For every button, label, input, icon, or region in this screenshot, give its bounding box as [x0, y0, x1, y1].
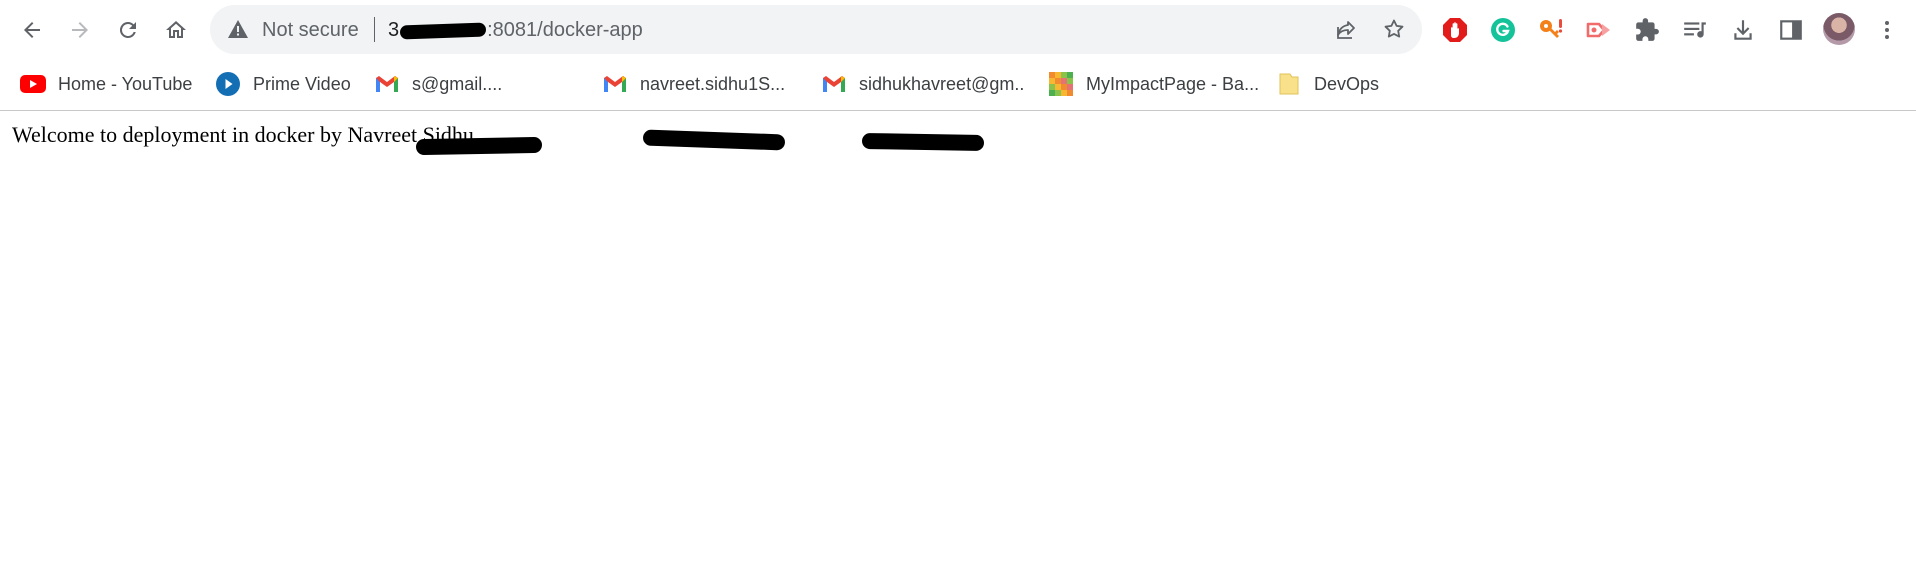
bookmark-label: sidhukhavreet@gm... [859, 74, 1026, 94]
browser-toolbar: Not secure 3 :8081/docker-app [0, 0, 1916, 60]
back-button[interactable] [14, 12, 50, 48]
warning-triangle-icon[interactable] [227, 19, 249, 39]
bookmark-myimpactpage[interactable]: MyImpactPage - Ba... [1048, 68, 1259, 100]
url-suffix: :8081/docker-app [487, 19, 643, 41]
reload-button[interactable] [110, 12, 146, 48]
forward-button[interactable] [62, 12, 98, 48]
bookmark-folder-devops[interactable]: DevOps [1276, 68, 1379, 100]
bookmark-gmail-3[interactable]: sidhukhavreet@gm... [821, 68, 1026, 100]
home-button[interactable] [158, 12, 194, 48]
youtube-icon [20, 71, 46, 97]
bookmark-label: MyImpactPage - Ba... [1086, 74, 1260, 94]
side-panel-icon[interactable] [1775, 14, 1807, 46]
bookmark-prime-video[interactable]: Prime Video [215, 68, 351, 100]
key-extension-icon[interactable] [1535, 14, 1567, 46]
gmail-icon [821, 71, 847, 97]
page-body-text: Welcome to deployment in docker by Navre… [12, 122, 474, 147]
url-prefix: 3 [388, 19, 400, 41]
home-icon [166, 21, 186, 38]
prime-video-icon [215, 71, 241, 97]
gmail-icon [374, 71, 400, 97]
myimpactpage-icon [1048, 71, 1074, 97]
reading-list-icon[interactable] [1679, 14, 1711, 46]
folder-icon [1276, 71, 1302, 97]
download-icon[interactable] [1727, 14, 1759, 46]
grammarly-extension-icon[interactable] [1487, 14, 1519, 46]
omnibox-separator [374, 17, 375, 42]
bookmark-redaction [642, 129, 786, 151]
bookmark-label: DevOps [1314, 74, 1380, 94]
bookmark-label: s@gmail.... [412, 74, 503, 94]
bookmark-youtube[interactable]: Home - YouTube [20, 68, 192, 100]
address-bar[interactable]: Not secure 3 :8081/docker-app [210, 5, 1422, 54]
bookmark-label: Home - YouTube [58, 74, 193, 94]
screen-recorder-extension-icon[interactable] [1583, 14, 1615, 46]
forward-arrow-icon [72, 22, 88, 38]
chrome-menu-button[interactable] [1871, 14, 1903, 46]
url-redaction [399, 22, 487, 40]
gmail-icon [602, 71, 628, 97]
bookmark-label: Prime Video [253, 74, 351, 94]
bookmark-gmail-2[interactable]: navreet.sidhu1S... [602, 68, 797, 100]
bookmark-label: navreet.sidhu1S... [640, 74, 786, 94]
adblock-extension-icon[interactable] [1439, 14, 1471, 46]
profile-avatar[interactable] [1823, 13, 1855, 45]
url-text[interactable]: 3 :8081/docker-app [388, 18, 643, 42]
reload-icon [119, 21, 136, 38]
vertical-dots-icon [1885, 21, 1889, 39]
extensions-puzzle-icon[interactable] [1631, 14, 1663, 46]
bookmark-star-icon[interactable] [1382, 17, 1406, 41]
share-icon[interactable] [1334, 18, 1358, 42]
security-status-text[interactable]: Not secure [262, 18, 359, 42]
bookmark-gmail-1[interactable]: s@gmail.... [374, 68, 579, 100]
back-arrow-icon [24, 22, 40, 38]
bookmark-redaction [861, 132, 985, 152]
bookmarks-bar: Home - YouTube Prime Video s@gmail.... n… [0, 60, 1916, 156]
